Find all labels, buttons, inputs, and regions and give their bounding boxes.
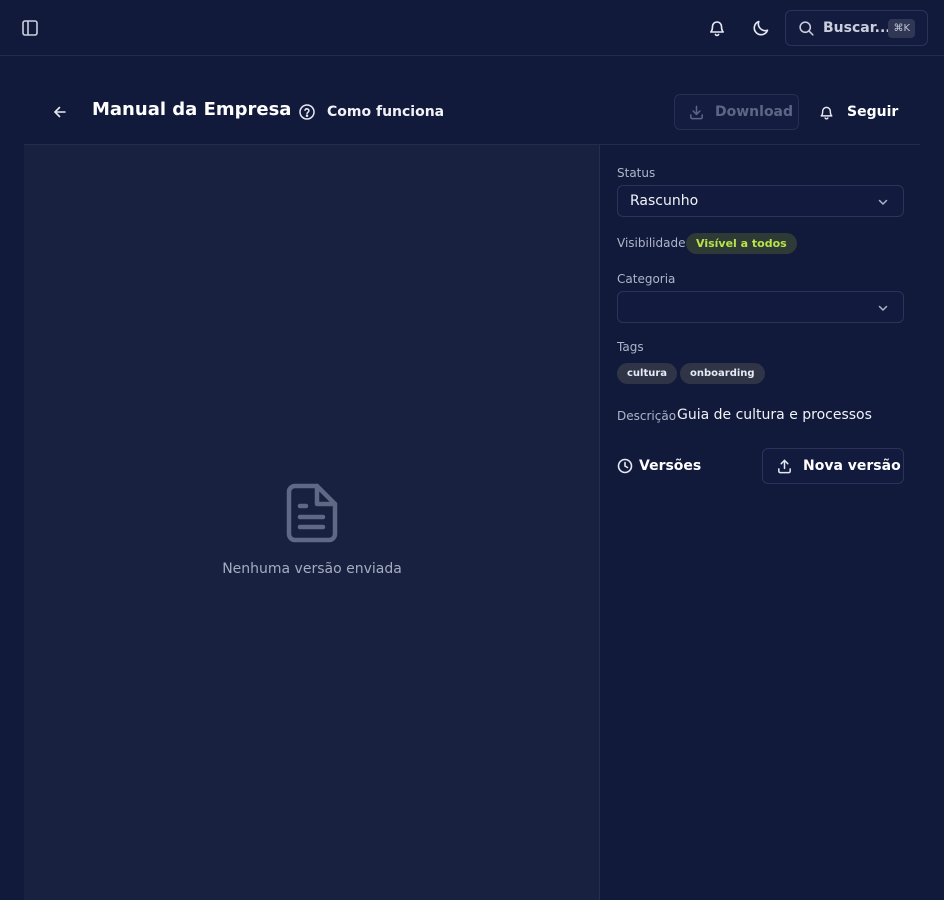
upload-icon [776,458,793,475]
follow-button[interactable]: Seguir [818,100,898,124]
visibility-label: Visibilidade [617,236,686,250]
empty-state-text: Nenhuma versão enviada [222,561,402,577]
search-label: Buscar... [823,20,891,36]
download-button[interactable]: Download [674,94,799,130]
new-version-button[interactable]: Nova versão [762,448,904,484]
versions-title: Versões [639,458,702,474]
versions-heading: Versões [617,456,701,476]
tag-chip[interactable]: onboarding [680,363,765,384]
tags-label: Tags [617,340,644,354]
status-value: Rascunho [630,193,699,209]
how-it-works-label: Como funciona [327,104,445,120]
clock-icon [617,458,633,474]
sidebar-toggle-icon[interactable] [20,18,40,38]
visibility-badge: Visível a todos [686,233,797,254]
document-preview: Nenhuma versão enviada [24,145,600,900]
follow-label: Seguir [847,104,899,120]
status-select[interactable]: Rascunho [617,185,904,217]
new-version-label: Nova versão [803,458,901,474]
search-shortcut-badge: ⌘K [888,19,915,38]
category-label: Categoria [617,272,676,286]
help-circle-icon [298,103,316,121]
how-it-works-button[interactable]: Como funciona [298,102,444,122]
search-button[interactable]: Buscar... ⌘K [785,10,928,46]
file-text-icon [285,482,339,544]
chevron-down-icon [876,301,890,315]
status-label: Status [617,166,656,180]
download-label: Download [715,104,794,120]
chevron-down-icon [876,195,890,209]
category-select[interactable] [617,291,904,323]
description-value: Guia de cultura e processos [677,407,872,423]
page-title: Manual da Empresa [92,99,292,120]
tag-chip[interactable]: cultura [617,363,678,384]
bell-icon[interactable] [707,18,727,38]
search-icon [798,20,815,37]
description-label: Descrição [617,409,677,423]
moon-icon[interactable] [751,18,771,38]
download-icon [688,104,705,121]
back-arrow-icon[interactable] [51,103,69,121]
bell-icon [818,104,835,121]
top-bar: Buscar... ⌘K [0,0,944,56]
